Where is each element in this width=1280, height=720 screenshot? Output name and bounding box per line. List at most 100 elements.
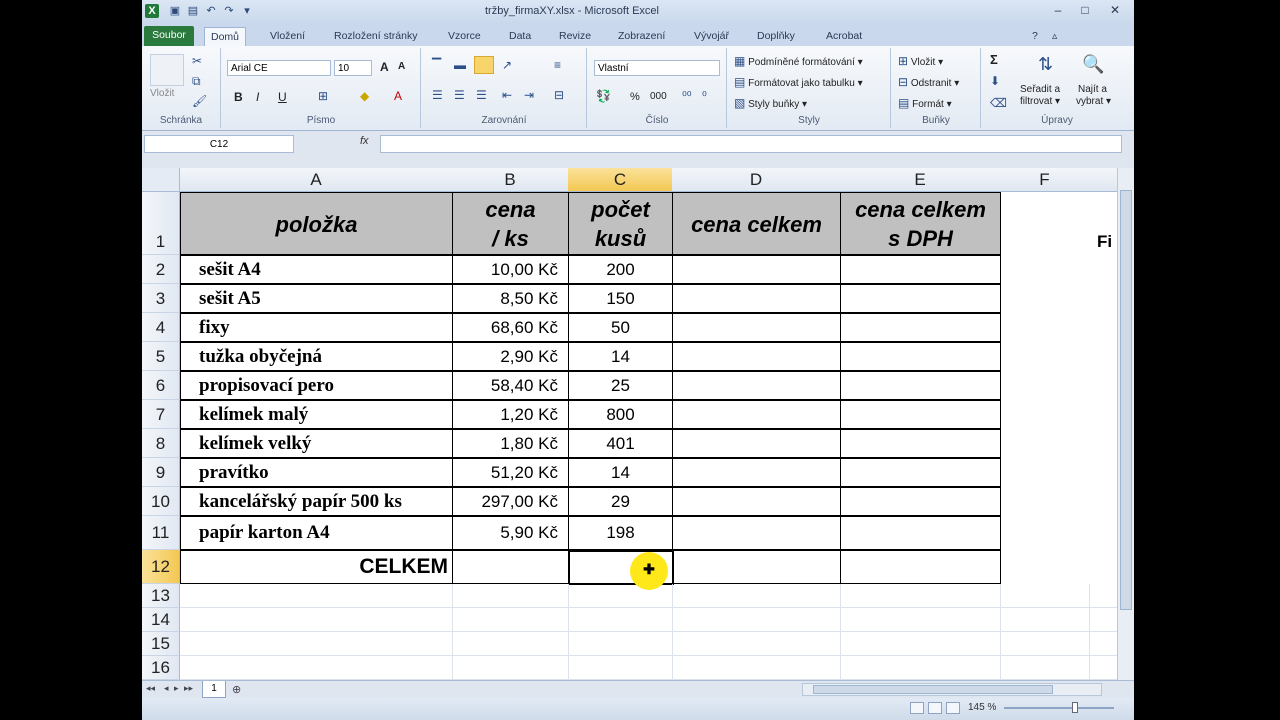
header-quantity[interactable]: počet kusů: [568, 192, 673, 255]
normal-view-icon[interactable]: [910, 702, 924, 714]
item-name-cell[interactable]: pravítko: [180, 458, 453, 487]
header-total-price[interactable]: cena celkem: [672, 192, 841, 255]
item-price-cell[interactable]: 58,40 Kč: [452, 371, 569, 400]
item-name-cell[interactable]: kancelářský papír 500 ks: [180, 487, 453, 516]
item-qty-cell[interactable]: 150: [568, 284, 673, 313]
vertical-scrollbar[interactable]: [1117, 168, 1134, 680]
empty-cell[interactable]: [180, 608, 453, 632]
empty-cell[interactable]: [180, 584, 453, 608]
item-qty-cell[interactable]: 800: [568, 400, 673, 429]
find-select-label-2[interactable]: vybrat ▾: [1076, 96, 1111, 107]
item-total-vat-cell[interactable]: [840, 516, 1001, 550]
item-total-cell[interactable]: [672, 371, 841, 400]
column-header-c[interactable]: C: [568, 168, 673, 192]
align-left-icon[interactable]: ☰: [432, 88, 443, 102]
font-size-select[interactable]: 10: [334, 60, 372, 76]
item-price-cell[interactable]: 68,60 Kč: [452, 313, 569, 342]
column-header-e[interactable]: E: [840, 168, 1001, 192]
item-price-cell[interactable]: 2,90 Kč: [452, 342, 569, 371]
align-right-icon[interactable]: ☰: [476, 88, 487, 102]
item-qty-cell[interactable]: 14: [568, 458, 673, 487]
autosum-button[interactable]: Σ: [990, 52, 998, 67]
row-header-9[interactable]: 9: [142, 458, 180, 487]
underline-button[interactable]: U: [278, 90, 287, 104]
number-format-select[interactable]: Vlastní: [594, 60, 720, 76]
item-qty-cell[interactable]: 50: [568, 313, 673, 342]
select-all-corner[interactable]: [142, 168, 180, 192]
item-total-vat-cell[interactable]: [840, 458, 1001, 487]
header-item[interactable]: položka: [180, 192, 453, 255]
empty-cell[interactable]: [568, 656, 673, 680]
empty-cell[interactable]: [180, 632, 453, 656]
new-sheet-icon[interactable]: ⊕: [232, 683, 241, 696]
page-layout-view-icon[interactable]: [928, 702, 942, 714]
empty-cell[interactable]: [452, 584, 569, 608]
item-total-vat-cell[interactable]: [840, 429, 1001, 458]
percent-button[interactable]: %: [630, 91, 640, 103]
item-price-cell[interactable]: 1,80 Kč: [452, 429, 569, 458]
horizontal-scrollbar[interactable]: [802, 683, 1102, 696]
item-name-cell[interactable]: papír karton A4: [180, 516, 453, 550]
tab-formulas[interactable]: Vzorce: [442, 27, 487, 46]
empty-cell[interactable]: [1089, 608, 1117, 632]
item-qty-cell[interactable]: 198: [568, 516, 673, 550]
help-icon[interactable]: ?: [1026, 27, 1044, 46]
first-sheet-icon[interactable]: ◂◂: [146, 683, 155, 694]
row-header-7[interactable]: 7: [142, 400, 180, 429]
sort-filter-label-2[interactable]: filtrovat ▾: [1020, 96, 1060, 107]
grow-font-button[interactable]: A: [380, 60, 389, 74]
fill-color-icon[interactable]: ◆: [360, 89, 369, 103]
bold-button[interactable]: B: [234, 90, 243, 104]
item-name-cell[interactable]: fixy: [180, 313, 453, 342]
tab-review[interactable]: Revize: [553, 27, 597, 46]
horizontal-scroll-thumb[interactable]: [813, 685, 1053, 694]
row-header-1[interactable]: 1: [142, 192, 180, 255]
row-header-6[interactable]: 6: [142, 371, 180, 400]
italic-button[interactable]: I: [256, 90, 259, 104]
zoom-level[interactable]: 145 %: [968, 702, 996, 713]
paste-button[interactable]: Vložit: [150, 88, 174, 99]
total-vat-cell[interactable]: [840, 550, 1001, 584]
tab-page-layout[interactable]: Rozložení stránky: [328, 27, 423, 46]
total-label-cell[interactable]: CELKEM: [180, 550, 453, 584]
row-header-13[interactable]: 13: [142, 584, 180, 608]
align-center-icon[interactable]: ☰: [454, 88, 465, 102]
tab-acrobat[interactable]: Acrobat: [820, 27, 868, 46]
empty-cell[interactable]: [568, 608, 673, 632]
item-total-vat-cell[interactable]: [840, 487, 1001, 516]
row-header-12[interactable]: 12: [142, 550, 180, 584]
copy-icon[interactable]: ⧉: [192, 74, 201, 89]
formula-input[interactable]: [380, 135, 1122, 153]
item-qty-cell[interactable]: 25: [568, 371, 673, 400]
item-price-cell[interactable]: 5,90 Kč: [452, 516, 569, 550]
tab-developer[interactable]: Vývojář: [688, 27, 735, 46]
empty-cell[interactable]: [452, 632, 569, 656]
next-sheet-icon[interactable]: ▸: [174, 683, 179, 694]
decrease-decimal-icon[interactable]: ⁰: [702, 89, 707, 103]
delete-cells-button[interactable]: ⊟ Odstranit ▾: [898, 75, 959, 89]
sort-filter-label-1[interactable]: Seřadit a: [1020, 84, 1060, 95]
empty-cell[interactable]: [568, 632, 673, 656]
empty-cell[interactable]: [1000, 632, 1090, 656]
paste-icon[interactable]: [150, 54, 184, 86]
align-bottom-icon[interactable]: [474, 56, 494, 74]
empty-cell[interactable]: [1000, 608, 1090, 632]
align-middle-icon[interactable]: ▬: [454, 58, 466, 72]
increase-decimal-icon[interactable]: ⁰⁰: [682, 89, 692, 103]
item-price-cell[interactable]: 51,20 Kč: [452, 458, 569, 487]
total-sum-cell[interactable]: [673, 550, 841, 584]
insert-function-button[interactable]: fx: [360, 135, 369, 147]
merge-center-icon[interactable]: ⊟: [554, 88, 564, 102]
item-qty-cell[interactable]: 14: [568, 342, 673, 371]
row-header-2[interactable]: 2: [142, 255, 180, 284]
empty-cell[interactable]: [1000, 656, 1090, 680]
empty-cell[interactable]: [1000, 584, 1090, 608]
empty-cell[interactable]: [840, 584, 1001, 608]
empty-cell[interactable]: [1089, 632, 1117, 656]
find-select-icon[interactable]: 🔍: [1082, 54, 1104, 75]
empty-cell[interactable]: [672, 656, 841, 680]
empty-cell[interactable]: [180, 656, 453, 680]
font-color-icon[interactable]: A: [394, 89, 402, 103]
row-header-3[interactable]: 3: [142, 284, 180, 313]
zoom-slider[interactable]: [1004, 707, 1114, 709]
